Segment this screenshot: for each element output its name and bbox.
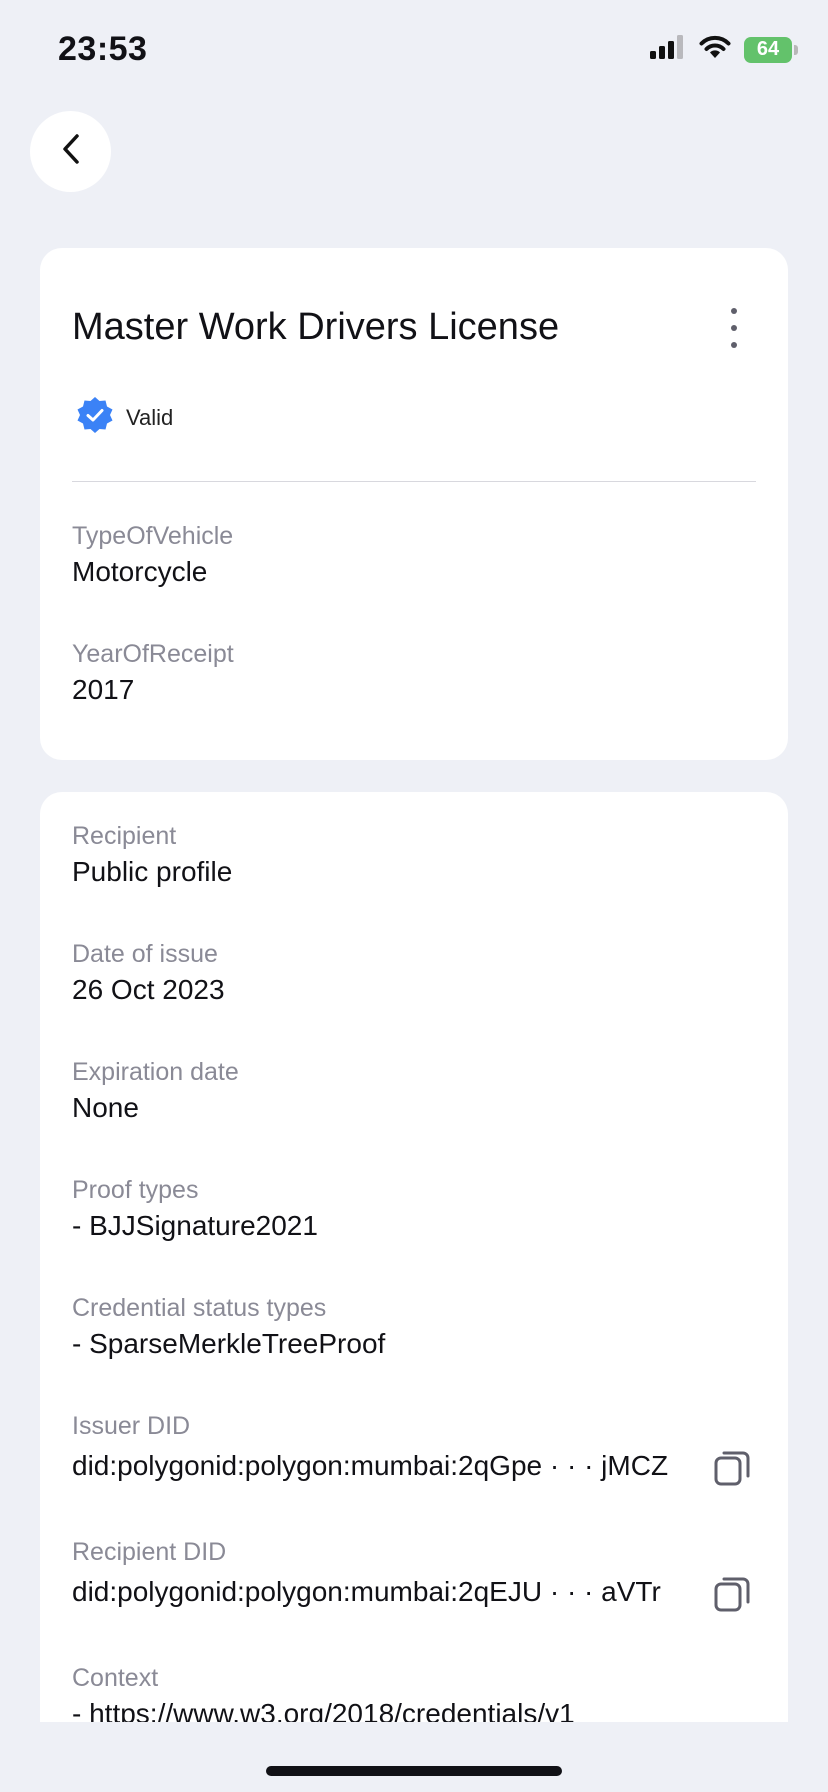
credential-details-card: Recipient Public profile Date of issue 2… <box>40 792 788 1792</box>
status-bar: 23:53 64 <box>0 0 828 100</box>
more-vertical-icon <box>731 308 737 314</box>
divider <box>72 481 756 482</box>
chevron-left-icon <box>59 132 83 171</box>
cellular-signal-icon <box>650 35 686 64</box>
attribute-label-type-of-vehicle: TypeOfVehicle <box>72 522 234 550</box>
issuer-did-label: Issuer DID <box>72 1412 191 1440</box>
validity-status: Valid <box>76 396 173 439</box>
expiration-date-label: Expiration date <box>72 1058 239 1086</box>
status-time: 23:53 <box>58 30 148 68</box>
battery-level: 64 <box>756 38 780 60</box>
recipient-did-value: did:polygonid:polygon:mumbai:2qEJU · · ·… <box>72 1576 661 1607</box>
wifi-icon <box>698 34 732 65</box>
date-of-issue-value: 26 Oct 2023 <box>72 974 225 1005</box>
recipient-label: Recipient <box>72 822 177 850</box>
home-indicator[interactable] <box>266 1766 562 1776</box>
attribute-value-year-of-receipt: 2017 <box>72 674 135 705</box>
copy-recipient-did-button[interactable] <box>712 1574 752 1614</box>
credential-status-types-label: Credential status types <box>72 1294 327 1322</box>
validity-label: Valid <box>126 404 174 430</box>
back-button[interactable] <box>30 111 111 192</box>
proof-types-label: Proof types <box>72 1176 199 1204</box>
credential-title: Master Work Drivers License <box>72 306 560 348</box>
credential-card: Master Work Drivers License Valid TypeOf… <box>40 248 788 760</box>
recipient-value: Public profile <box>72 856 233 887</box>
copy-issuer-did-button[interactable] <box>712 1448 752 1488</box>
bottom-safe-area <box>0 1722 828 1792</box>
date-of-issue-label: Date of issue <box>72 940 218 968</box>
issuer-did-value: did:polygonid:polygon:mumbai:2qGpe · · ·… <box>72 1450 669 1481</box>
attribute-value-type-of-vehicle: Motorcycle <box>72 556 208 587</box>
more-options-button[interactable] <box>720 308 748 348</box>
copy-icon <box>712 1451 752 1492</box>
attribute-label-year-of-receipt: YearOfReceipt <box>72 640 234 668</box>
recipient-did-label: Recipient DID <box>72 1538 227 1566</box>
copy-icon <box>712 1577 752 1618</box>
verified-badge-icon <box>76 396 114 439</box>
battery-icon: 64 <box>744 36 798 63</box>
status-icons: 64 <box>650 34 798 65</box>
expiration-date-value: None <box>72 1092 139 1123</box>
context-label: Context <box>72 1664 159 1692</box>
proof-types-value: - BJJSignature2021 <box>72 1210 318 1241</box>
credential-status-types-value: - SparseMerkleTreeProof <box>72 1328 386 1359</box>
